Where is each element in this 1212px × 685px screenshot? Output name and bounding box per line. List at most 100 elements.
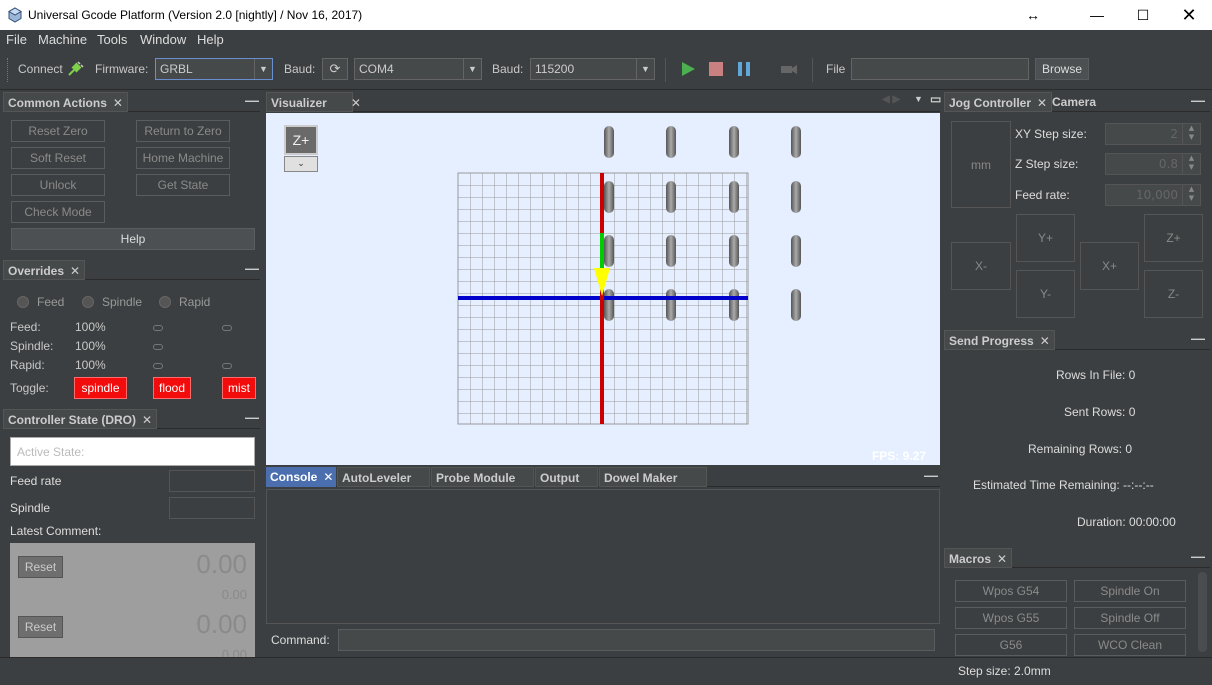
feed-increase-toggle[interactable] <box>222 325 232 331</box>
close-icon[interactable]: ✕ <box>351 96 361 110</box>
rapid-increase-toggle[interactable] <box>222 363 232 369</box>
maximize-button[interactable]: ☐ <box>1120 0 1166 30</box>
rapid-radio[interactable] <box>159 296 171 308</box>
tab-camera[interactable]: Camera <box>1048 92 1100 112</box>
play-icon[interactable] <box>680 61 696 77</box>
help-button[interactable]: Help <box>11 228 255 250</box>
tab-output[interactable]: Output <box>535 467 598 487</box>
macro-spindle-on[interactable]: Spindle On <box>1074 580 1186 602</box>
tab-probe-module[interactable]: Probe Module <box>431 467 534 487</box>
minimize-icon[interactable]: — <box>924 467 938 483</box>
home-machine-button[interactable]: Home Machine <box>136 147 230 169</box>
visualizer-canvas[interactable]: Z+ ⌄ <box>266 113 940 465</box>
menu-machine[interactable]: Machine <box>38 32 87 47</box>
feed-radio[interactable] <box>17 296 29 308</box>
reset-x-button[interactable]: Reset <box>18 556 63 578</box>
port-select[interactable]: COM4 ▼ <box>354 58 482 80</box>
reset-zero-button[interactable]: Reset Zero <box>11 120 105 142</box>
close-button[interactable]: ✕ <box>1166 0 1212 30</box>
jog-x-minus-button[interactable]: X- <box>951 242 1011 290</box>
chevron-down-icon[interactable]: ▼ <box>914 94 923 104</box>
macro-g56[interactable]: G56 <box>955 634 1067 656</box>
spinner-icon[interactable]: ▲▼ <box>1182 124 1200 144</box>
minimize-icon[interactable]: — <box>1191 330 1205 346</box>
stop-icon[interactable] <box>708 61 724 77</box>
unlock-button[interactable]: Unlock <box>11 174 105 196</box>
console-output[interactable] <box>266 489 940 624</box>
macro-wpos-g55[interactable]: Wpos G55 <box>955 607 1067 629</box>
return-to-zero-button[interactable]: Return to Zero <box>136 120 230 142</box>
tab-autoleveler[interactable]: AutoLeveler <box>337 467 430 487</box>
macro-spindle-off[interactable]: Spindle Off <box>1074 607 1186 629</box>
xy-step-input[interactable]: 2▲▼ <box>1105 123 1201 145</box>
camera-icon[interactable] <box>780 63 798 75</box>
macros-scrollbar[interactable] <box>1198 572 1207 652</box>
get-state-button[interactable]: Get State <box>136 174 230 196</box>
flood-toggle-button[interactable]: flood <box>153 377 191 399</box>
plug-icon[interactable] <box>66 60 84 78</box>
soft-reset-button[interactable]: Soft Reset <box>11 147 105 169</box>
jog-x-plus-button[interactable]: X+ <box>1080 242 1139 290</box>
menu-file[interactable]: File <box>6 32 27 47</box>
reset-y-button[interactable]: Reset <box>18 616 63 638</box>
rapid-decrease-toggle[interactable] <box>153 363 163 369</box>
spinner-icon[interactable]: ▲▼ <box>1182 185 1200 205</box>
tab-visualizer[interactable]: Visualizer✕ <box>266 92 353 112</box>
menu-tools[interactable]: Tools <box>97 32 127 47</box>
jog-title: Jog Controller <box>949 96 1031 110</box>
check-mode-button[interactable]: Check Mode <box>11 201 105 223</box>
close-icon[interactable]: ✕ <box>323 470 333 484</box>
spindle-toggle-button[interactable]: spindle <box>74 377 127 399</box>
tab-dowel-maker[interactable]: Dowel Maker <box>599 467 707 487</box>
minimize-icon[interactable]: — <box>1191 548 1205 564</box>
menu-help[interactable]: Help <box>197 32 224 47</box>
baud-select[interactable]: 115200 ▼ <box>530 58 655 80</box>
spindle-decrease-toggle[interactable] <box>153 344 163 350</box>
feed-decrease-toggle[interactable] <box>153 325 163 331</box>
tab-common-actions[interactable]: Common Actions✕ <box>3 92 128 112</box>
resize-icon[interactable]: ↔ <box>1010 0 1056 30</box>
units-button[interactable]: mm <box>951 121 1011 208</box>
maximize-icon[interactable]: ▭ <box>930 92 941 106</box>
tab-console[interactable]: Console✕ <box>266 467 336 487</box>
close-icon[interactable]: ✕ <box>1037 96 1047 110</box>
tab-send-progress[interactable]: Send Progress ✕ <box>944 330 1055 350</box>
refresh-icon[interactable]: ⟳ <box>322 58 348 80</box>
visualizer-panel: Visualizer✕ ◀ ▶ ▼ ▭ Z+ ⌄ <box>264 92 942 466</box>
close-icon[interactable]: ✕ <box>113 96 123 110</box>
nav-arrows-icon[interactable]: ◀ ▶ <box>882 94 900 105</box>
macro-wco-clean[interactable]: WCO Clean <box>1074 634 1186 656</box>
tab-overrides[interactable]: Overrides✕ <box>3 260 85 280</box>
file-path-input[interactable] <box>851 58 1029 80</box>
connect-label[interactable]: Connect <box>18 62 63 76</box>
spindle-radio[interactable] <box>82 296 94 308</box>
tab-jog-controller[interactable]: Jog Controller ✕ <box>944 92 1052 112</box>
minimize-icon[interactable]: — <box>245 409 259 425</box>
jog-feed-input[interactable]: 10,000▲▼ <box>1105 184 1201 206</box>
browse-button[interactable]: Browse <box>1035 58 1089 80</box>
spinner-icon[interactable]: ▲▼ <box>1182 154 1200 174</box>
command-input[interactable] <box>338 629 935 651</box>
menu-bar: File Machine Tools Window Help <box>0 30 1212 50</box>
minimize-icon[interactable]: — <box>245 92 259 108</box>
z-step-input[interactable]: 0.8▲▼ <box>1105 153 1201 175</box>
minimize-button[interactable]: — <box>1074 0 1120 30</box>
close-icon[interactable]: ✕ <box>70 264 80 278</box>
minimize-icon[interactable]: — <box>1191 92 1205 108</box>
jog-z-plus-button[interactable]: Z+ <box>1144 214 1203 262</box>
close-icon[interactable]: ✕ <box>142 413 152 427</box>
jog-z-minus-button[interactable]: Z- <box>1144 270 1203 318</box>
minimize-icon[interactable]: — <box>245 260 259 276</box>
tab-macros[interactable]: Macros✕ <box>944 548 1012 568</box>
jog-y-plus-button[interactable]: Y+ <box>1016 214 1075 262</box>
mist-toggle-button[interactable]: mist <box>222 377 256 399</box>
pause-icon[interactable] <box>736 61 752 77</box>
close-icon[interactable]: ✕ <box>997 552 1007 566</box>
close-icon[interactable]: ✕ <box>1040 334 1050 348</box>
firmware-select[interactable]: GRBL ▼ <box>155 58 273 80</box>
menu-window[interactable]: Window <box>140 32 186 47</box>
send-progress-title: Send Progress <box>949 334 1034 348</box>
jog-y-minus-button[interactable]: Y- <box>1016 270 1075 318</box>
tab-dro[interactable]: Controller State (DRO)✕ <box>3 409 157 429</box>
macro-wpos-g54[interactable]: Wpos G54 <box>955 580 1067 602</box>
